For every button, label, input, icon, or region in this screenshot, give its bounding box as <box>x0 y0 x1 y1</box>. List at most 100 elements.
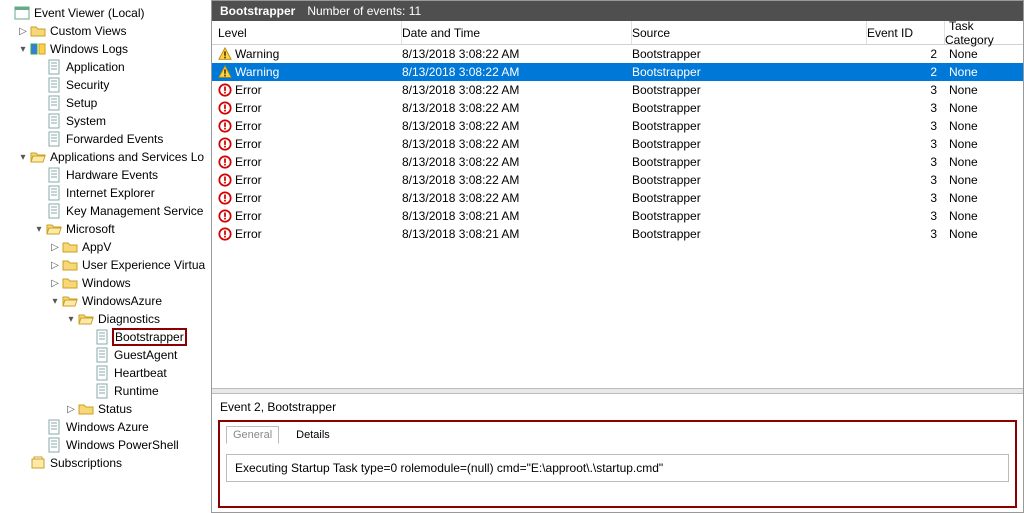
tree-windows-logs[interactable]: ▾Windows Logs <box>16 40 211 58</box>
tree-microsoft[interactable]: ▾Microsoft <box>32 220 211 238</box>
event-row[interactable]: Error8/13/2018 3:08:22 AMBootstrapper3No… <box>212 81 1023 99</box>
event-row[interactable]: Warning8/13/2018 3:08:22 AMBootstrapper2… <box>212 63 1023 81</box>
expand-icon[interactable]: ▷ <box>16 26 30 37</box>
collapse-icon[interactable]: ▾ <box>64 314 78 325</box>
tab-details[interactable]: Details <box>289 426 337 444</box>
event-date: 8/13/2018 3:08:21 AM <box>402 209 632 223</box>
event-list[interactable]: Warning8/13/2018 3:08:22 AMBootstrapper2… <box>212 45 1023 388</box>
event-source: Bootstrapper <box>632 83 867 97</box>
event-task: None <box>945 47 1023 61</box>
collapse-icon[interactable]: ▾ <box>32 224 46 235</box>
collapse-icon[interactable]: ▾ <box>16 152 30 163</box>
event-task: None <box>945 227 1023 241</box>
tree-bootstrapper[interactable]: Bootstrapper <box>80 328 211 346</box>
event-row[interactable]: Error8/13/2018 3:08:21 AMBootstrapper3No… <box>212 207 1023 225</box>
event-source: Bootstrapper <box>632 47 867 61</box>
col-header-event-id[interactable]: Event ID <box>867 21 945 44</box>
event-id: 2 <box>867 65 945 79</box>
warning-icon <box>218 65 232 79</box>
event-row[interactable]: Error8/13/2018 3:08:22 AMBootstrapper3No… <box>212 99 1023 117</box>
col-header-level[interactable]: Level <box>212 21 402 44</box>
event-id: 3 <box>867 209 945 223</box>
event-viewer-icon <box>14 5 30 21</box>
collapse-icon[interactable]: ▾ <box>48 296 62 307</box>
col-header-date[interactable]: Date and Time <box>402 21 632 44</box>
tree-log-forwarded[interactable]: Forwarded Events <box>32 130 211 148</box>
tree-guestagent[interactable]: GuestAgent <box>80 346 211 364</box>
event-row[interactable]: Error8/13/2018 3:08:22 AMBootstrapper3No… <box>212 117 1023 135</box>
log-icon <box>94 365 110 381</box>
log-icon <box>46 419 62 435</box>
event-date: 8/13/2018 3:08:22 AM <box>402 101 632 115</box>
event-task: None <box>945 65 1023 79</box>
tree-windows-powershell[interactable]: Windows PowerShell <box>32 436 211 454</box>
error-icon <box>218 173 232 187</box>
tree-status[interactable]: ▷Status <box>64 400 211 418</box>
tree-uev[interactable]: ▷User Experience Virtua <box>48 256 211 274</box>
tree-label: Event Viewer (Local) <box>32 5 147 21</box>
folder-icon <box>62 257 78 273</box>
tree-appv[interactable]: ▷AppV <box>48 238 211 256</box>
log-icon <box>94 329 110 345</box>
event-row[interactable]: Error8/13/2018 3:08:22 AMBootstrapper3No… <box>212 171 1023 189</box>
log-icon <box>94 347 110 363</box>
detail-highlight-box: General Details Executing Startup Task t… <box>218 420 1017 508</box>
event-date: 8/13/2018 3:08:22 AM <box>402 119 632 133</box>
tree-windowsazure[interactable]: ▾WindowsAzure <box>48 292 211 310</box>
event-count: Number of events: 11 <box>307 4 421 18</box>
tree-hardware-events[interactable]: Hardware Events <box>32 166 211 184</box>
log-icon <box>46 185 62 201</box>
event-row[interactable]: Warning8/13/2018 3:08:22 AMBootstrapper2… <box>212 45 1023 63</box>
expand-icon[interactable]: ▷ <box>64 404 78 415</box>
event-level: Error <box>235 173 262 187</box>
error-icon <box>218 155 232 169</box>
event-row[interactable]: Error8/13/2018 3:08:22 AMBootstrapper3No… <box>212 135 1023 153</box>
event-date: 8/13/2018 3:08:22 AM <box>402 47 632 61</box>
col-header-source[interactable]: Source <box>632 21 867 44</box>
tree-log-security[interactable]: Security <box>32 76 211 94</box>
content-title-bar: Bootstrapper Number of events: 11 <box>212 1 1023 21</box>
event-source: Bootstrapper <box>632 227 867 241</box>
event-level: Error <box>235 137 262 151</box>
tree-ms-windows[interactable]: ▷Windows <box>48 274 211 292</box>
tree-root[interactable]: Event Viewer (Local) <box>0 4 211 22</box>
expand-icon[interactable]: ▷ <box>48 242 62 253</box>
event-row[interactable]: Error8/13/2018 3:08:21 AMBootstrapper3No… <box>212 225 1023 243</box>
event-row[interactable]: Error8/13/2018 3:08:22 AMBootstrapper3No… <box>212 189 1023 207</box>
log-name: Bootstrapper <box>220 4 295 18</box>
tab-general[interactable]: General <box>226 426 279 444</box>
tree-diagnostics[interactable]: ▾Diagnostics <box>64 310 211 328</box>
tree-heartbeat[interactable]: Heartbeat <box>80 364 211 382</box>
event-task: None <box>945 155 1023 169</box>
collapse-icon[interactable]: ▾ <box>16 44 30 55</box>
tree-internet-explorer[interactable]: Internet Explorer <box>32 184 211 202</box>
tree-log-application[interactable]: Application <box>32 58 211 76</box>
tree-custom-views[interactable]: ▷Custom Views <box>16 22 211 40</box>
col-header-task[interactable]: Task Category <box>945 19 1023 47</box>
log-icon <box>46 77 62 93</box>
folder-icon <box>62 275 78 291</box>
tree-log-setup[interactable]: Setup <box>32 94 211 112</box>
folder-open-icon <box>30 149 46 165</box>
tree-log-system[interactable]: System <box>32 112 211 130</box>
expand-icon[interactable]: ▷ <box>48 278 62 289</box>
warning-icon <box>218 47 232 61</box>
error-icon <box>218 101 232 115</box>
event-task: None <box>945 173 1023 187</box>
event-row[interactable]: Error8/13/2018 3:08:22 AMBootstrapper3No… <box>212 153 1023 171</box>
tree-windows-azure[interactable]: Windows Azure <box>32 418 211 436</box>
tree-apps-services[interactable]: ▾Applications and Services Lo <box>16 148 211 166</box>
event-date: 8/13/2018 3:08:22 AM <box>402 65 632 79</box>
folder-open-icon <box>46 221 62 237</box>
tree-subscriptions[interactable]: Subscriptions <box>16 454 211 472</box>
event-id: 3 <box>867 227 945 241</box>
expand-icon[interactable]: ▷ <box>48 260 62 271</box>
subscriptions-icon <box>30 455 46 471</box>
event-date: 8/13/2018 3:08:22 AM <box>402 83 632 97</box>
event-task: None <box>945 101 1023 115</box>
tree-runtime[interactable]: Runtime <box>80 382 211 400</box>
event-level: Error <box>235 191 262 205</box>
event-source: Bootstrapper <box>632 65 867 79</box>
tree-kms[interactable]: Key Management Service <box>32 202 211 220</box>
event-id: 3 <box>867 83 945 97</box>
